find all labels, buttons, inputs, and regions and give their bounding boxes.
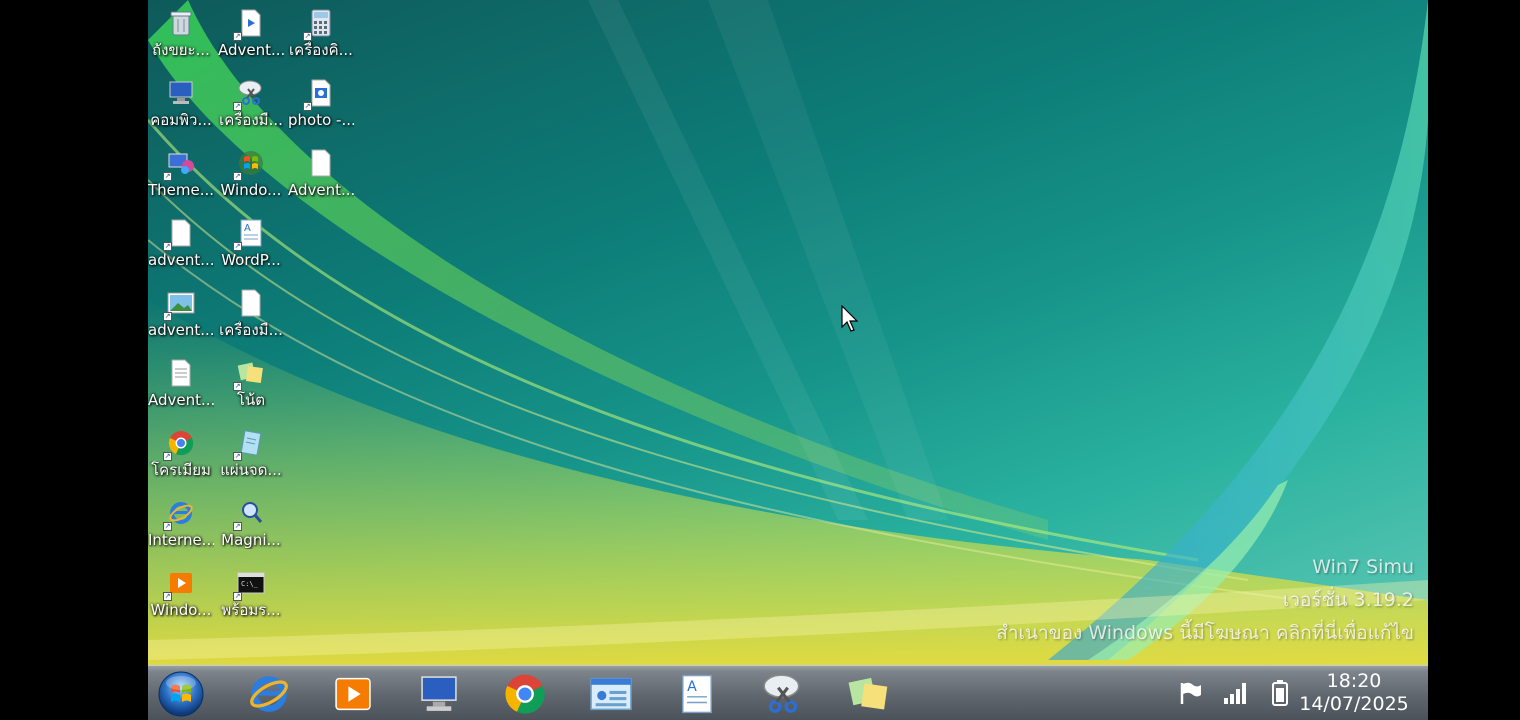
snipping-tool-icon: ↗ [233,78,266,111]
wordpad-icon: A [682,674,712,714]
clock-time: 18:20 [1326,670,1382,692]
chrome-icon: ↗ [163,428,196,461]
network-signal-button[interactable] [1220,676,1252,710]
desktop-icon-internet-explorer[interactable]: ↗ Interne... [148,492,214,556]
internet-explorer-icon: ↗ [163,498,196,531]
desktop-icon-computer[interactable]: คอมพิว... [148,72,214,136]
document-icon: ↗ [163,218,196,251]
system-clock[interactable]: 18:20 14/07/2025 [1294,670,1414,716]
desktop-icon-notepad[interactable]: ↗ แผ่นจด... [218,422,284,486]
desktop-icon-themes[interactable]: ↗ Theme... [148,142,214,206]
desktop-icon-sticky-notes[interactable]: ↗ โน้ต [218,352,284,416]
battery-icon [1272,680,1288,706]
control-panel-icon [590,677,632,711]
computer-icon [166,78,196,108]
desktop-icon-chrome[interactable]: ↗ โครเมียม [148,422,214,486]
taskbar-wordpad[interactable]: A [666,670,728,718]
taskbar-computer[interactable] [408,670,470,718]
media-file-icon: ↗ [233,8,266,41]
desktop-icon-adventure-text[interactable]: Advent... [148,352,214,416]
calculator-icon: ↗ [303,8,336,41]
svg-text:A: A [244,223,251,234]
svg-text:C:\_: C:\_ [241,580,259,588]
desktop-icon-tool-doc[interactable]: เครื่องมื... [218,282,284,346]
taskbar: A 18:20 14/07/2025 [148,665,1428,720]
windows-logo-icon: ↗ [233,148,266,181]
start-button[interactable] [152,670,210,718]
sticky-notes-icon [848,677,888,710]
desktop-icon-snipping-tool[interactable]: ↗ เครื่องมื... [218,72,284,136]
taskbar-chrome[interactable] [494,670,556,718]
document-icon [236,288,266,318]
desktop-icon-adventure-doc-2[interactable]: Advent... [288,142,354,206]
photo-viewer-icon: ↗ [303,78,336,111]
snipping-tool-icon [763,674,800,713]
desktop-icon-adventure-media[interactable]: ↗ Advent... [218,2,284,66]
watermark-notice[interactable]: สำเนาของ Windows นี้มีโฆษณา คลิกที่นี่เพ… [996,617,1414,650]
desktop-icon-media-player[interactable]: ↗ Windo... [148,562,214,626]
internet-explorer-icon [250,676,288,712]
start-orb-icon [158,671,204,717]
desktop-icon-adventure-image[interactable]: ↗ advent... [148,282,214,346]
svg-text:A: A [687,679,697,695]
image-file-icon: ↗ [163,288,196,321]
computer-icon [421,676,457,711]
chrome-icon [505,674,545,714]
watermark-version: เวอร์ชั่น 3.19.2 [1282,589,1414,611]
action-center-flag-icon [1180,682,1201,704]
notepad-icon: ↗ [233,428,266,461]
desktop-icon-recycle-bin[interactable]: ถังขยะ... [148,2,214,66]
taskbar-control-panel[interactable] [580,670,642,718]
taskbar-snipping-tool[interactable] [752,670,814,718]
action-center-button[interactable] [1174,676,1206,710]
signal-strength-icon [1224,683,1246,704]
desktop-screen: ถังขยะ... คอมพิว... ↗ Theme... ↗ advent.… [148,0,1428,720]
command-prompt-icon: ↗ C:\_ [233,568,266,601]
desktop-icon-wordpad[interactable]: ↗ A WordP... [218,212,284,276]
text-file-icon [166,358,196,388]
sticky-notes-icon: ↗ [233,358,266,391]
taskbar-media-player[interactable] [322,670,384,718]
desktop-icon-command-prompt[interactable]: ↗ C:\_ พร้อมร... [218,562,284,626]
mouse-pointer-icon [841,304,861,337]
taskbar-internet-explorer[interactable] [238,670,300,718]
watermark-title: Win7 Simu [1312,556,1414,578]
battery-button[interactable] [1264,676,1296,710]
desktop-icon-adventure-doc[interactable]: ↗ advent... [148,212,214,276]
taskbar-sticky-notes[interactable] [838,670,900,718]
magnifier-icon: ↗ [233,498,266,531]
media-player-icon: ↗ [163,568,196,601]
clock-date: 14/07/2025 [1299,693,1409,715]
desktop-icon-photo[interactable]: ↗ photo -... [288,72,354,136]
themes-icon: ↗ [163,148,196,181]
wordpad-icon: ↗ A [233,218,266,251]
desktop-icon-calculator[interactable]: ↗ เครื่องคิ... [288,2,354,66]
document-icon [306,148,336,178]
desktop-icon-magnifier[interactable]: ↗ Magni... [218,492,284,556]
activation-watermark: Win7 Simu เวอร์ชั่น 3.19.2 สำเนาของ Wind… [996,551,1414,650]
desktop-icon-windows[interactable]: ↗ Windo... [218,142,284,206]
recycle-bin-icon [166,8,196,38]
media-player-icon [335,677,371,711]
